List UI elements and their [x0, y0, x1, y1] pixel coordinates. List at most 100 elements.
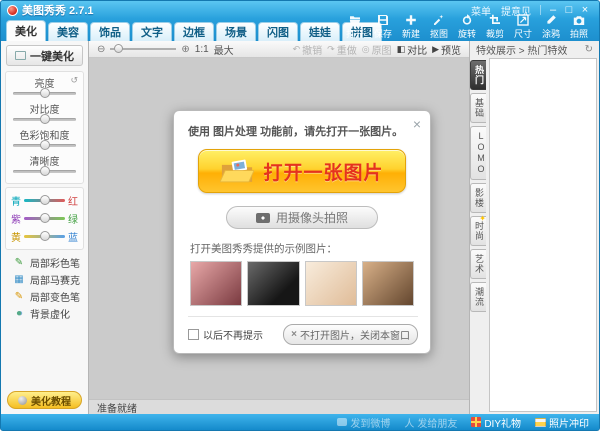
cyan-red-slider[interactable] — [24, 195, 65, 206]
effect-tab-hot[interactable]: 热门 — [470, 60, 486, 90]
effect-tab-lomo[interactable]: LOMO — [470, 126, 486, 180]
tool-local-mosaic[interactable]: ▦ 局部马赛克 — [1, 271, 88, 288]
sparkle-icon: ✦ — [479, 214, 487, 223]
dismiss-dialog-button[interactable]: × 不打开图片，关闭本窗口 — [283, 324, 418, 345]
dont-remind-label: 以后不再提示 — [203, 327, 263, 342]
tab-flash[interactable]: 闪图 — [258, 22, 298, 41]
webcam-capture-button[interactable]: 用摄像头拍照 — [226, 206, 378, 229]
slider-thumb[interactable] — [40, 114, 50, 124]
save-button[interactable]: 保存 — [371, 14, 395, 40]
open-button[interactable]: 打开 — [343, 14, 367, 40]
redo-icon: ↷ — [327, 44, 335, 55]
recolor-pen-icon: ✎ — [13, 291, 25, 302]
photo-print-button[interactable]: 照片冲印 — [535, 415, 589, 430]
brightness-slider[interactable] — [13, 88, 76, 99]
sample-photo-baby[interactable] — [305, 261, 357, 306]
zoom-in-icon[interactable]: ⊕ — [181, 44, 189, 55]
sample-photos-row — [190, 261, 414, 306]
window-title: 美图秀秀 2.7.1 — [22, 2, 94, 18]
sharpness-slider[interactable] — [13, 166, 76, 177]
slider-thumb[interactable] — [40, 140, 50, 150]
effect-tab-studio[interactable]: 影楼 — [470, 183, 486, 213]
undo-button[interactable]: ↶ 撤销 — [293, 42, 323, 57]
tab-doll[interactable]: 娃娃 — [300, 22, 340, 41]
yellow-blue-slider[interactable] — [24, 231, 65, 242]
one-key-icon — [15, 51, 26, 60]
new-button[interactable]: 新建 — [399, 14, 423, 40]
original-image-button[interactable]: ◎ 原图 — [362, 42, 392, 57]
effect-tab-trend[interactable]: 潮流 — [470, 282, 486, 312]
label-cyan: 青 — [11, 193, 21, 208]
resize-icon — [517, 14, 529, 26]
send-to-friend-button[interactable]: 人 发给朋友 — [404, 415, 457, 430]
open-image-label: 打开一张图片 — [263, 158, 383, 185]
cutout-wand-icon — [433, 14, 445, 26]
dialog-close-icon[interactable]: × — [413, 117, 421, 131]
reset-icon[interactable]: ↺ — [70, 75, 78, 86]
redo-button[interactable]: ↷ 重做 — [327, 42, 357, 57]
slider-label-saturation: 色彩饱和度 — [11, 127, 78, 140]
save-icon — [377, 14, 389, 26]
tool-background-blur[interactable]: ● 背景虚化 — [1, 305, 88, 322]
crop-button[interactable]: 裁剪 — [483, 14, 507, 40]
label-yellow: 黄 — [11, 229, 21, 244]
one-key-beautify-button[interactable]: 一键美化 — [6, 45, 83, 66]
status-text: 准备就绪 — [97, 400, 137, 415]
saturation-slider[interactable] — [13, 140, 76, 151]
tab-text[interactable]: 文字 — [132, 22, 172, 41]
take-photo-button[interactable]: 拍照 — [567, 14, 591, 40]
share-weibo-button[interactable]: 发到微博 — [337, 415, 390, 430]
color-pen-icon: ✎ — [13, 257, 25, 268]
zoom-out-icon[interactable]: ⊖ — [97, 44, 105, 55]
zoom-ratio-button[interactable]: 1:1 — [195, 44, 209, 55]
compare-button[interactable]: ◧ 对比 — [397, 42, 428, 57]
gift-icon — [471, 417, 481, 427]
doodle-icon — [545, 14, 557, 26]
undo-icon: ↶ — [293, 44, 301, 55]
effect-tab-art[interactable]: 艺术 — [470, 249, 486, 279]
contrast-slider[interactable] — [13, 114, 76, 125]
effect-tab-basic[interactable]: 基础 — [470, 93, 486, 123]
sample-photo-man[interactable] — [247, 261, 299, 306]
resize-button[interactable]: 尺寸 — [511, 14, 535, 40]
tab-cosmetic[interactable]: 美容 — [48, 22, 88, 41]
cutout-button[interactable]: 抠图 — [427, 14, 451, 40]
rotate-button[interactable]: 旋转 — [455, 14, 479, 40]
tab-accessory[interactable]: 饰品 — [90, 22, 130, 41]
effect-tab-fashion[interactable]: 时尚✦ — [470, 216, 486, 246]
new-icon — [405, 14, 417, 26]
zoom-fit-button[interactable]: 最大 — [214, 42, 234, 57]
tool-local-color-pen[interactable]: ✎ 局部彩色笔 — [1, 254, 88, 271]
app-window: 美图秀秀 2.7.1 菜单 提意见 – □ × 美化 美容 饰品 文字 边框 场… — [0, 0, 600, 431]
bottom-share-bar: 发到微博 人 发给朋友 DIY礼物 照片冲印 — [1, 414, 599, 430]
slider-thumb[interactable] — [40, 231, 50, 241]
original-icon: ◎ — [362, 44, 370, 55]
preview-button[interactable]: ▶ 预览 — [432, 42, 461, 57]
zoom-slider[interactable] — [110, 44, 176, 54]
purple-green-slider[interactable] — [24, 213, 65, 224]
dont-remind-checkbox[interactable] — [188, 329, 199, 340]
beautify-tutorial-button[interactable]: 美化教程 — [7, 391, 82, 409]
open-image-dialog: × 使用 图片处理 功能前，请先打开一张图片。 打开一张图片 — [173, 110, 431, 354]
effect-category-tabs: 热门 基础 LOMO 影楼 时尚✦ 艺术 潮流 — [470, 58, 489, 414]
slider-thumb[interactable] — [40, 213, 50, 223]
open-folder-large-icon — [220, 158, 254, 185]
doodle-button[interactable]: 涂鸦 — [539, 14, 563, 40]
tab-scene[interactable]: 场景 — [216, 22, 256, 41]
sample-photo-woman-2[interactable] — [362, 261, 414, 306]
open-image-button[interactable]: 打开一张图片 — [198, 149, 406, 193]
tab-beautify[interactable]: 美化 — [6, 20, 46, 41]
tab-frame[interactable]: 边框 — [174, 22, 214, 41]
left-adjust-panel: 一键美化 亮度 ↺ 对比度 色彩饱和度 清晰度 青 红 — [1, 41, 89, 414]
local-tools-list: ✎ 局部彩色笔 ▦ 局部马赛克 ✎ 局部变色笔 ● 背景虚化 — [1, 254, 88, 322]
slider-thumb[interactable] — [40, 166, 50, 176]
refresh-gear-icon[interactable]: ↻ — [585, 44, 593, 55]
tool-local-recolor-pen[interactable]: ✎ 局部变色笔 — [1, 288, 88, 305]
diy-gift-button[interactable]: DIY礼物 — [471, 415, 521, 430]
basic-sliders-box: 亮度 ↺ 对比度 色彩饱和度 清晰度 — [5, 71, 84, 184]
zoom-slider-thumb[interactable] — [114, 44, 123, 53]
slider-thumb[interactable] — [40, 195, 50, 205]
webcam-icon — [256, 213, 270, 223]
slider-thumb[interactable] — [40, 88, 50, 98]
sample-photo-woman-1[interactable] — [190, 261, 242, 306]
